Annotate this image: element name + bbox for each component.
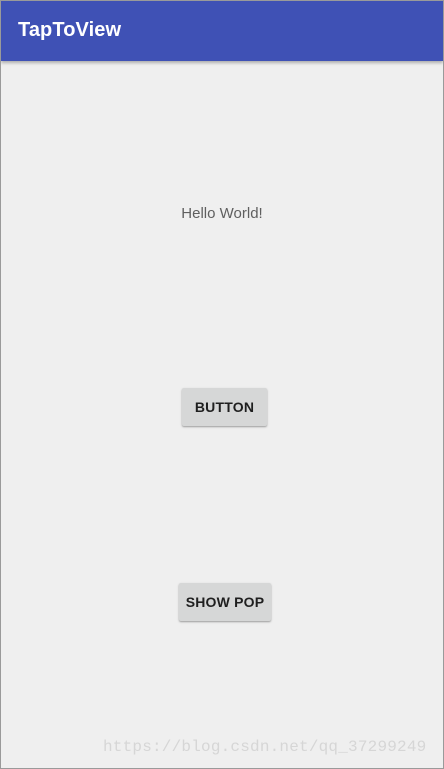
app-bar: TapToView <box>1 1 443 61</box>
app-title: TapToView <box>18 19 122 41</box>
phone-screen: TapToView Hello World! BUTTON SHOW POP h… <box>0 0 444 769</box>
watermark: https://blog.csdn.net/qq_37299249 <box>103 738 427 756</box>
show-pop-button[interactable]: SHOW POP <box>179 583 271 621</box>
button[interactable]: BUTTON <box>182 388 267 426</box>
hello-world-text: Hello World! <box>181 205 263 222</box>
